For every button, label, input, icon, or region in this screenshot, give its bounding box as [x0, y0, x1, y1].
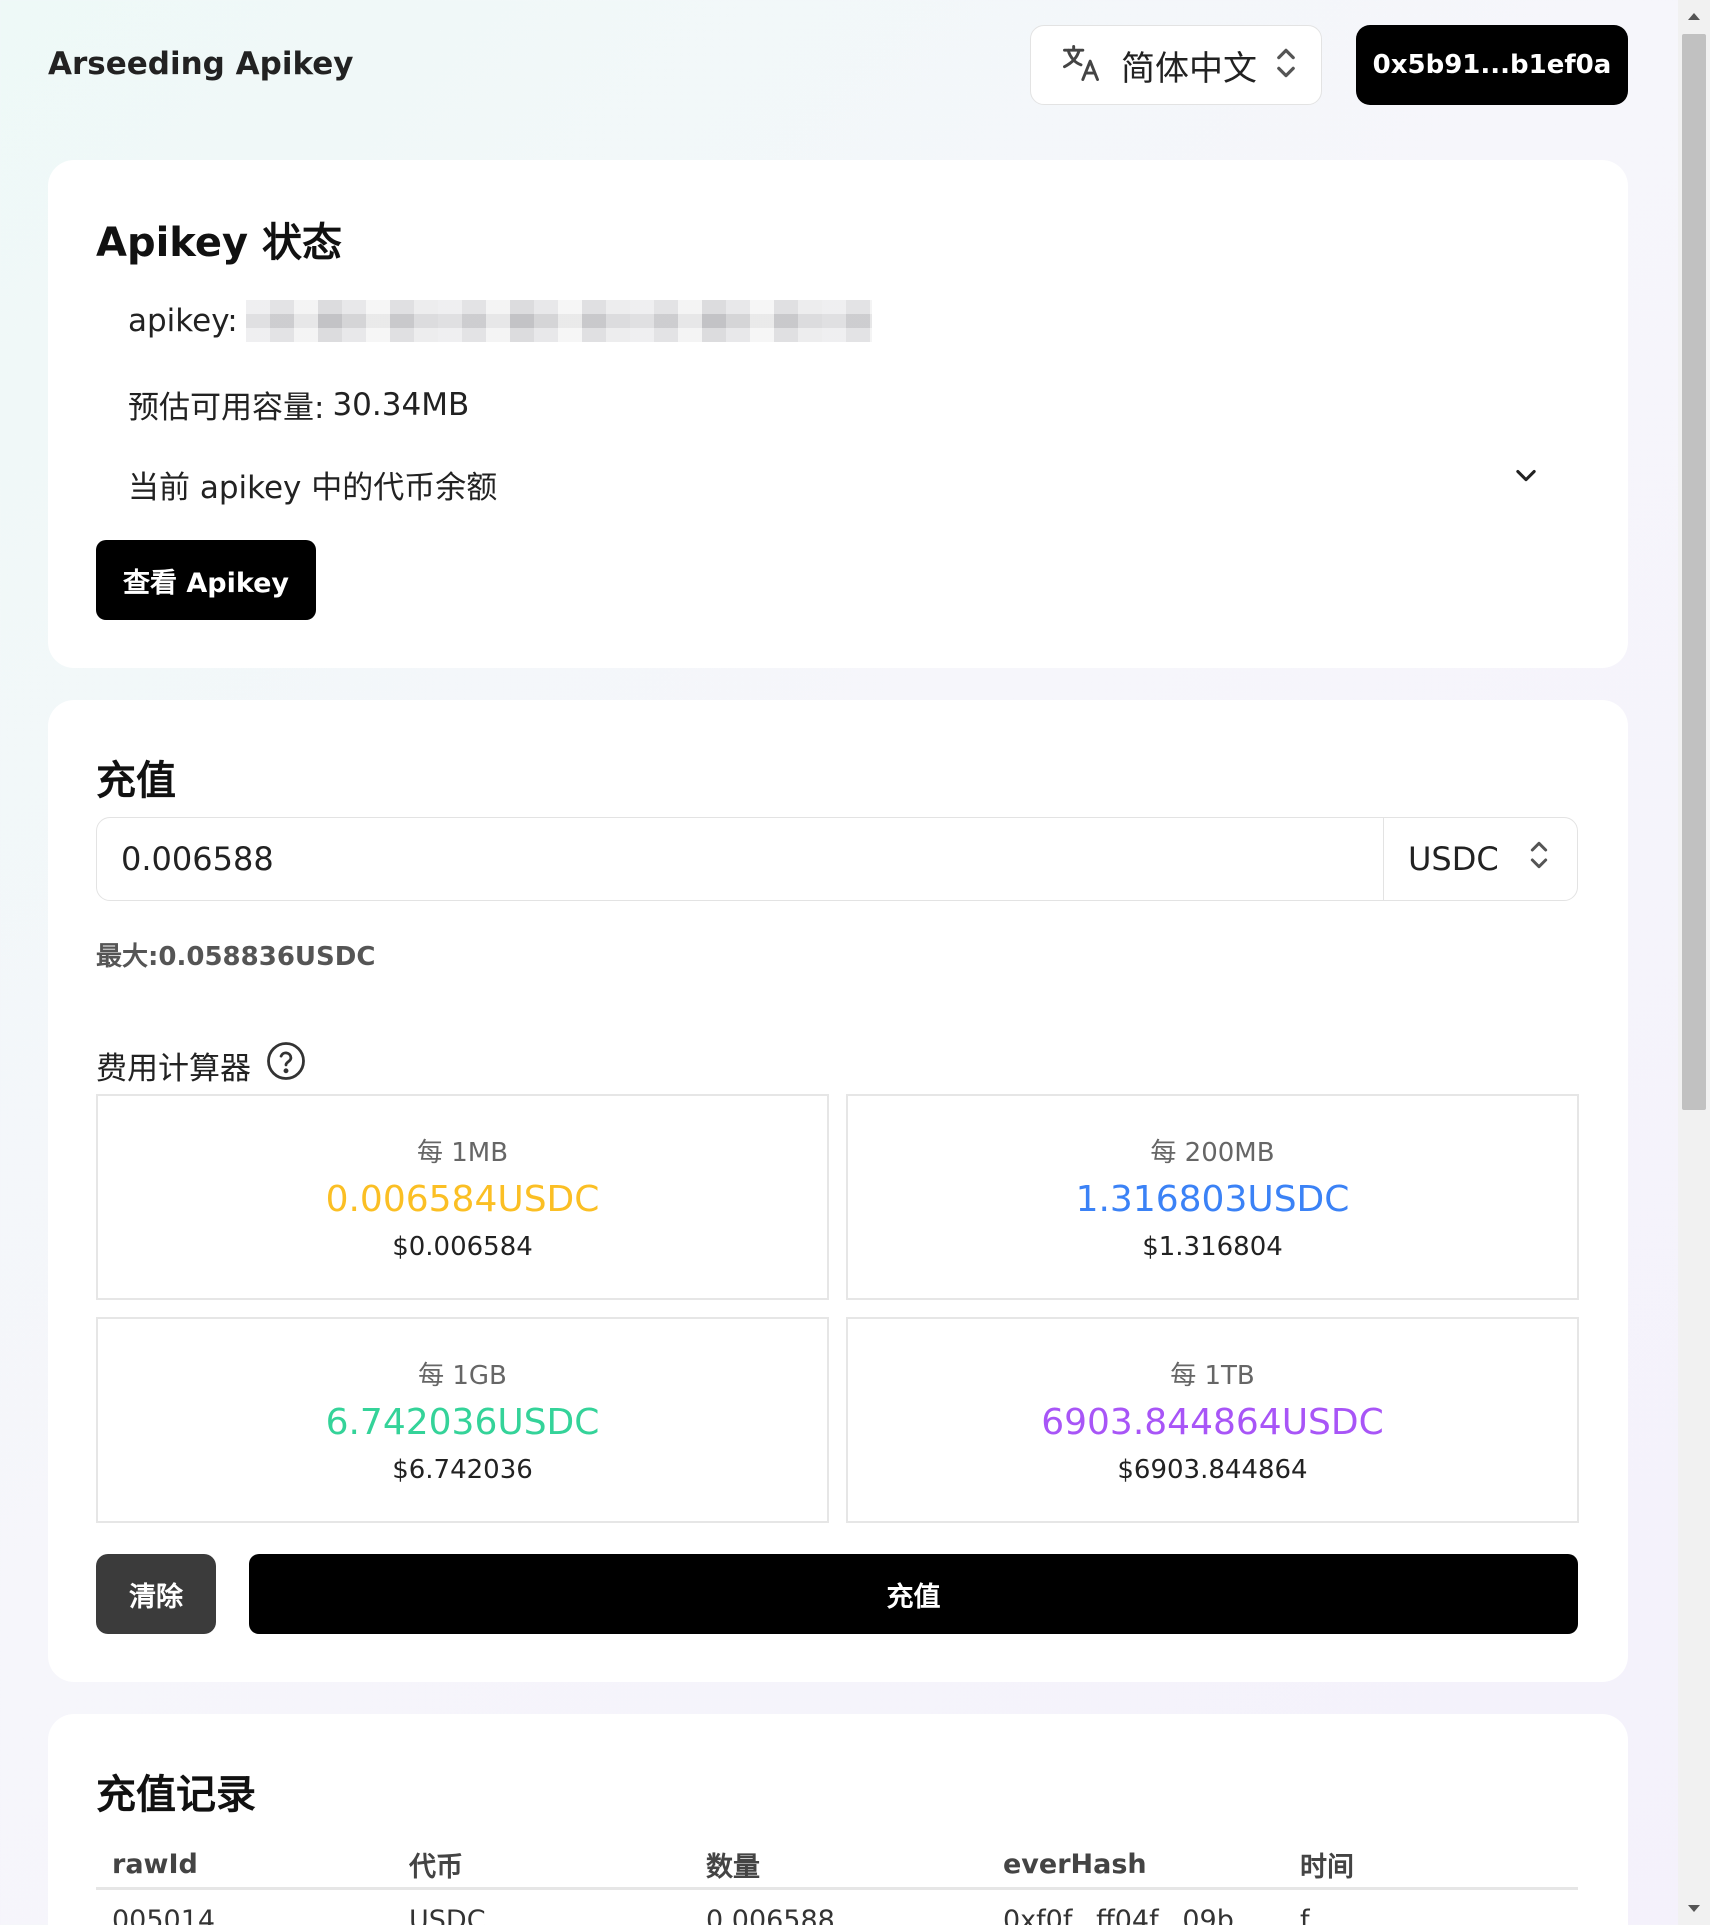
fee-amount: 6903.844864USDC — [1041, 1402, 1384, 1443]
app-title: Arseeding Apikey — [48, 46, 354, 82]
chevron-down-icon[interactable] — [1506, 455, 1546, 495]
scroll-up-arrow-icon[interactable] — [1678, 0, 1710, 32]
column-header-rawid: rawId — [112, 1849, 198, 1880]
table-header: rawId 代币 数量 everHash 时间 — [96, 1842, 1578, 1890]
column-header-token: 代币 — [409, 1852, 463, 1883]
capacity-value: 30.34MB — [332, 386, 470, 423]
language-select[interactable]: 简体中文 — [1030, 25, 1322, 105]
header: Arseeding Apikey 简体中文 0x5b91...b1ef0a — [0, 0, 1678, 130]
recharge-submit-button[interactable]: 充值 — [249, 1554, 1578, 1634]
recharge-records-card: 充值记录 rawId 代币 数量 everHash 时间 005014 USDC… — [48, 1714, 1628, 1925]
fee-unit: 每 200MB — [1150, 1138, 1275, 1168]
fee-unit: 每 1TB — [1170, 1361, 1255, 1391]
help-icon[interactable] — [265, 1040, 307, 1090]
max-value: 0.058836USDC — [158, 942, 376, 972]
column-header-everhash: everHash — [1003, 1849, 1147, 1880]
fee-usd: $1.316804 — [1142, 1232, 1283, 1262]
max-amount: 最大:0.058836USDC — [96, 936, 375, 973]
wallet-address-button[interactable]: 0x5b91...b1ef0a — [1356, 25, 1628, 105]
amount-input-group: 0.006588 USDC — [96, 817, 1578, 901]
fee-box-1mb: 每 1MB 0.006584USDC $0.006584 — [96, 1094, 829, 1300]
capacity-row: 预估可用容量: 30.34MB — [128, 382, 469, 427]
fee-amount: 1.316803USDC — [1075, 1179, 1350, 1220]
language-label: 简体中文 — [1121, 48, 1257, 89]
fee-box-1gb: 每 1GB 6.742036USDC $6.742036 — [96, 1317, 829, 1523]
fee-calculator-label: 费用计算器 — [96, 1040, 307, 1090]
fee-box-1tb: 每 1TB 6903.844864USDC $6903.844864 — [846, 1317, 1579, 1523]
amount-input[interactable]: 0.006588 — [97, 818, 1383, 900]
vertical-scrollbar[interactable] — [1678, 0, 1710, 1925]
capacity-label: 预估可用容量: — [128, 390, 325, 426]
chevron-up-down-icon — [1275, 45, 1297, 85]
clear-button[interactable]: 清除 — [96, 1554, 216, 1634]
recharge-title: 充值 — [96, 758, 176, 804]
fee-unit: 每 1GB — [418, 1361, 507, 1391]
apikey-label: apikey: — [128, 303, 238, 339]
column-header-time: 时间 — [1300, 1852, 1354, 1883]
max-label: 最大: — [96, 942, 159, 972]
balance-row[interactable]: 当前 apikey 中的代币余额 — [128, 462, 497, 507]
scroll-down-arrow-icon[interactable] — [1678, 1893, 1710, 1925]
fee-calculator-text: 费用计算器 — [96, 1050, 251, 1087]
fee-box-200mb: 每 200MB 1.316803USDC $1.316804 — [846, 1094, 1579, 1300]
apikey-value-redacted — [245, 300, 872, 342]
cell-token: USDC — [409, 1904, 486, 1925]
view-apikey-button[interactable]: 查看 Apikey — [96, 540, 316, 620]
fee-unit: 每 1MB — [416, 1138, 509, 1168]
cell-everhash[interactable]: 0xf0f...ff04f...09b — [987, 1905, 1284, 1925]
apikey-status-card: Apikey 状态 apikey: 预估可用容量: 30.34MB 当前 api… — [48, 160, 1628, 668]
fee-usd: $6.742036 — [392, 1455, 533, 1485]
currency-label: USDC — [1408, 840, 1499, 878]
column-header-amount: 数量 — [706, 1852, 760, 1883]
status-title: Apikey 状态 — [96, 220, 342, 266]
scrollbar-thumb[interactable] — [1682, 34, 1706, 1110]
table-row: 005014 USDC 0.006588 0xf0f...ff04f...09b… — [96, 1890, 1578, 1925]
cell-time: f... — [1300, 1904, 1334, 1925]
fee-usd: $6903.844864 — [1117, 1455, 1308, 1485]
cell-rawid: 005014 — [112, 1904, 216, 1925]
records-table: rawId 代币 数量 everHash 时间 005014 USDC 0.00… — [96, 1842, 1578, 1925]
cell-amount: 0.006588 — [706, 1904, 835, 1925]
balance-label: 当前 apikey 中的代币余额 — [128, 470, 498, 506]
chevron-up-down-icon — [1529, 838, 1549, 880]
currency-select[interactable]: USDC — [1383, 818, 1577, 900]
fee-amount: 0.006584USDC — [325, 1179, 600, 1220]
translate-icon — [1059, 41, 1103, 89]
fee-usd: $0.006584 — [392, 1232, 533, 1262]
records-title: 充值记录 — [96, 1772, 256, 1818]
recharge-card: 充值 0.006588 USDC 最大:0.058836USDC 费用计算器 每… — [48, 700, 1628, 1682]
fee-amount: 6.742036USDC — [325, 1402, 600, 1443]
page: Arseeding Apikey 简体中文 0x5b91...b1ef0a Ap… — [0, 0, 1678, 1925]
apikey-row: apikey: — [128, 300, 872, 342]
